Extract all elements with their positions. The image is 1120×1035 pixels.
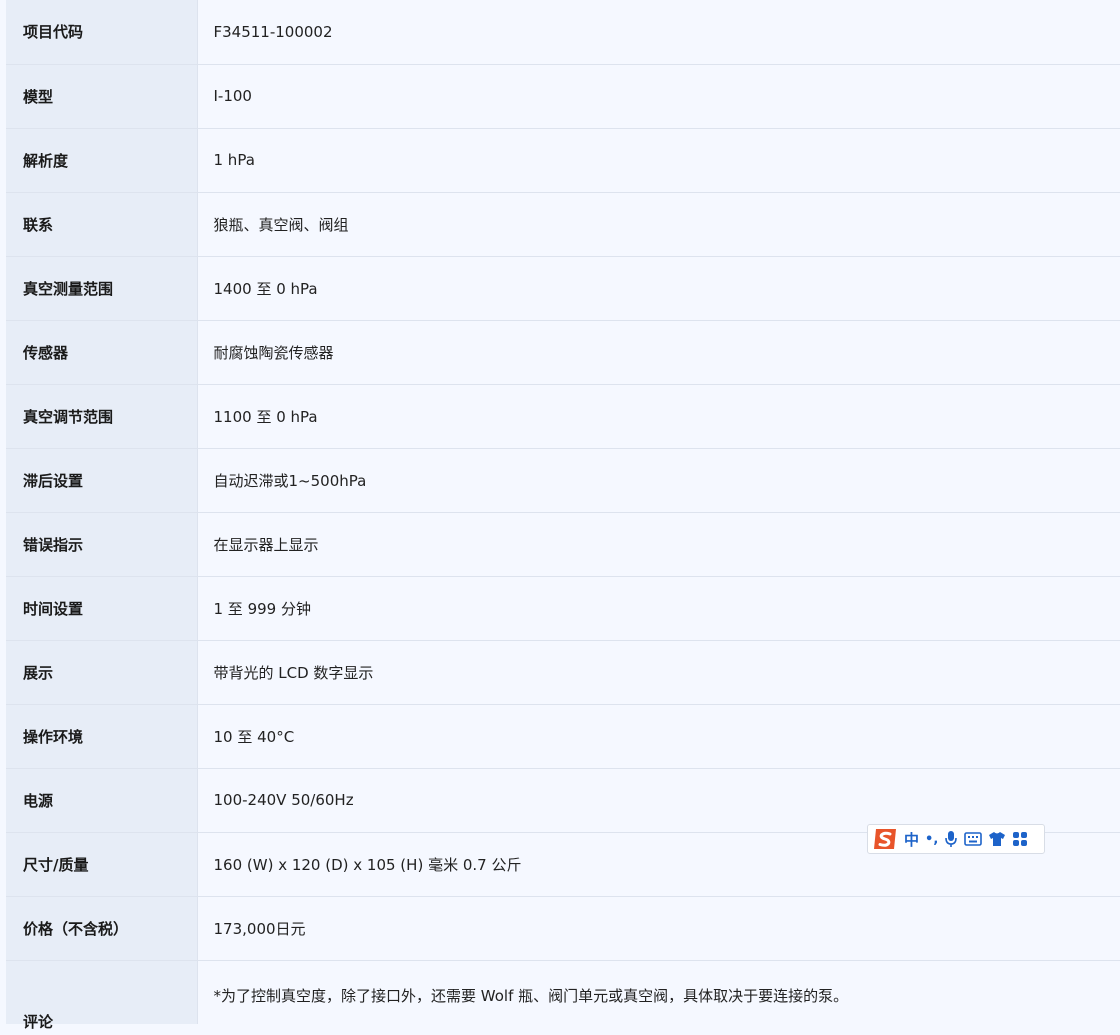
spec-label-text: 解析度 bbox=[23, 151, 69, 170]
spec-label: 模型 bbox=[6, 64, 198, 129]
spec-row: 联系 狼瓶、真空阀、阀组 bbox=[6, 192, 1120, 257]
spec-value: F34511-100002 bbox=[197, 0, 1120, 65]
shirt-skin-icon[interactable] bbox=[988, 826, 1006, 852]
spec-label: 滞后设置 bbox=[6, 448, 198, 513]
spec-label-text: 真空调节范围 bbox=[23, 407, 114, 426]
spec-label-text: 展示 bbox=[23, 663, 54, 682]
ime-toolbar[interactable]: 中 •, bbox=[867, 824, 1045, 854]
spec-value: 173,000日元 bbox=[197, 896, 1120, 961]
spec-label: 操作环境 bbox=[6, 704, 198, 769]
spec-value: 在显示器上显示 bbox=[197, 512, 1120, 577]
spec-label: 项目代码 bbox=[6, 0, 198, 65]
punctuation-toggle[interactable]: •, bbox=[925, 826, 938, 852]
spec-label-text: 电源 bbox=[23, 791, 54, 810]
spec-value: 1 hPa bbox=[197, 128, 1120, 193]
spec-label-text: 滞后设置 bbox=[23, 471, 84, 490]
spec-label: 价格（不含税） bbox=[6, 896, 198, 961]
spec-row: 项目代码 F34511-100002 bbox=[6, 0, 1120, 65]
spec-value: 100-240V 50/60Hz bbox=[197, 768, 1120, 833]
spec-label-text: 价格（不含税） bbox=[23, 919, 129, 938]
spec-value: 狼瓶、真空阀、阀组 bbox=[197, 192, 1120, 257]
microphone-icon[interactable] bbox=[944, 826, 958, 852]
spec-row: 真空测量范围 1400 至 0 hPa bbox=[6, 256, 1120, 321]
spec-label-text: 传感器 bbox=[23, 343, 69, 362]
spec-table: 项目代码 F34511-100002 模型 I-100 解析度 1 hPa 联系 狼瓶、真空阀… bbox=[6, 0, 1120, 1031]
spec-label: 联系 bbox=[6, 192, 198, 257]
spec-row: 评论 *为了控制真空度，除了接口外，还需要 Wolf 瓶、阀门单元或真空阀，具体取… bbox=[6, 960, 1120, 1031]
spec-label-text: 时间设置 bbox=[23, 599, 84, 618]
spec-row: 价格（不含税） 173,000日元 bbox=[6, 896, 1120, 961]
spec-label: 传感器 bbox=[6, 320, 198, 385]
spec-label-text: 错误指示 bbox=[23, 535, 84, 554]
spec-label-text: 联系 bbox=[23, 215, 54, 234]
spec-row: 操作环境 10 至 40°C bbox=[6, 704, 1120, 769]
spec-value: 10 至 40°C bbox=[197, 704, 1120, 769]
spec-label: 解析度 bbox=[6, 128, 198, 193]
spec-label: 错误指示 bbox=[6, 512, 198, 577]
spec-label-text: 真空测量范围 bbox=[23, 279, 114, 298]
spec-row: 展示 带背光的 LCD 数字显示 bbox=[6, 640, 1120, 705]
spec-label: 时间设置 bbox=[6, 576, 198, 641]
spec-value: 1400 至 0 hPa bbox=[197, 256, 1120, 321]
spec-value: 1 至 999 分钟 bbox=[197, 576, 1120, 641]
spec-value: 1100 至 0 hPa bbox=[197, 384, 1120, 449]
spec-row: 电源 100-240V 50/60Hz bbox=[6, 768, 1120, 833]
spec-label: 真空调节范围 bbox=[6, 384, 198, 449]
sogou-logo-icon[interactable] bbox=[870, 826, 900, 852]
spec-label-text: 尺寸/质量 bbox=[23, 855, 89, 874]
spec-row: 时间设置 1 至 999 分钟 bbox=[6, 576, 1120, 641]
spec-label-text: 模型 bbox=[23, 87, 54, 106]
input-mode-toggle[interactable]: 中 bbox=[904, 826, 919, 852]
spec-row: 错误指示 在显示器上显示 bbox=[6, 512, 1120, 577]
spec-value: *为了控制真空度，除了接口外，还需要 Wolf 瓶、阀门单元或真空阀，具体取决于… bbox=[197, 960, 1120, 1024]
spec-row: 滞后设置 自动迟滞或1~500hPa bbox=[6, 448, 1120, 513]
spec-label-text: 评论 bbox=[23, 1013, 54, 1031]
spec-row: 传感器 耐腐蚀陶瓷传感器 bbox=[6, 320, 1120, 385]
spec-value: I-100 bbox=[197, 64, 1120, 129]
spec-label-text: 操作环境 bbox=[23, 727, 84, 746]
spec-row: 真空调节范围 1100 至 0 hPa bbox=[6, 384, 1120, 449]
spec-label: 评论 bbox=[6, 960, 198, 1031]
spec-value: 耐腐蚀陶瓷传感器 bbox=[197, 320, 1120, 385]
toolbox-grid-icon[interactable] bbox=[1012, 826, 1028, 852]
spec-value: 带背光的 LCD 数字显示 bbox=[197, 640, 1120, 705]
spec-value: 自动迟滞或1~500hPa bbox=[197, 448, 1120, 513]
spec-label: 展示 bbox=[6, 640, 198, 705]
spec-label: 电源 bbox=[6, 768, 198, 833]
spec-row: 解析度 1 hPa bbox=[6, 128, 1120, 193]
spec-label: 尺寸/质量 bbox=[6, 832, 198, 897]
spec-label: 真空测量范围 bbox=[6, 256, 198, 321]
spec-label-text: 项目代码 bbox=[23, 23, 84, 42]
spec-row: 模型 I-100 bbox=[6, 64, 1120, 129]
keyboard-icon[interactable] bbox=[964, 826, 983, 852]
